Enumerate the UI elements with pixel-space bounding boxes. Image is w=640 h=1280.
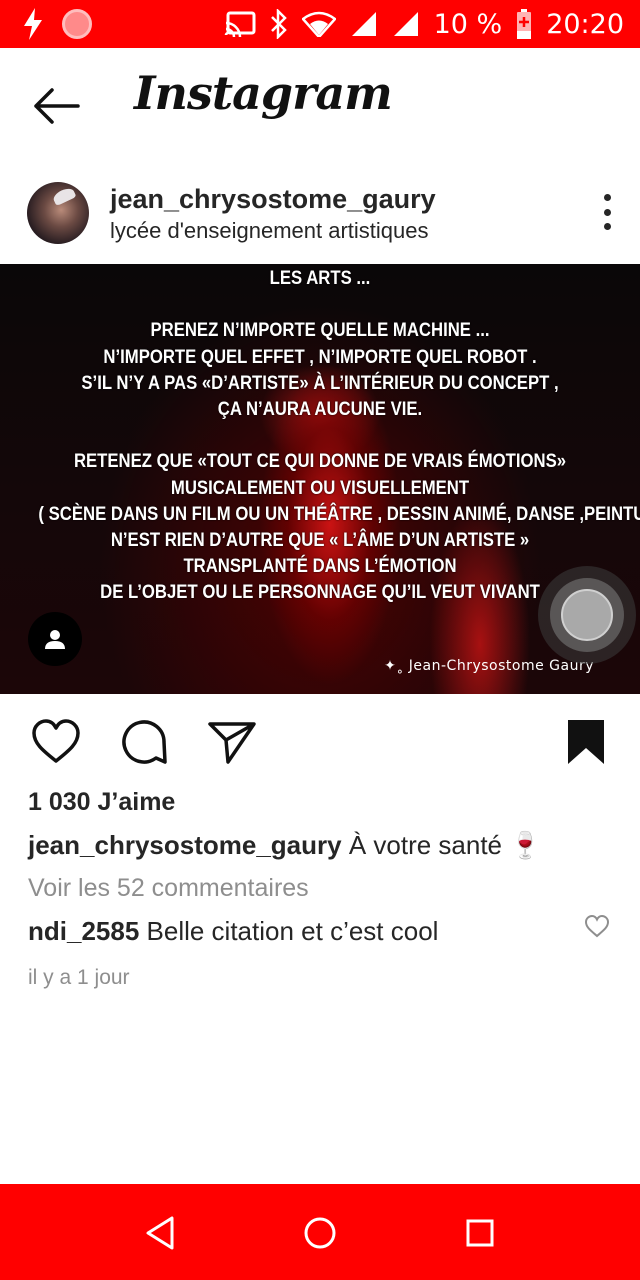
battery-percent: 10 % — [433, 8, 503, 40]
avatar[interactable] — [27, 182, 89, 244]
quote-line: TRANSPLANTÉ DANS L’ÉMOTION — [183, 556, 457, 578]
quote-spacer — [38, 423, 601, 449]
clock: 20:20 — [546, 8, 624, 40]
navigation-bar — [0, 1184, 640, 1280]
quote-line: ÇA N’AURA AUCUNE VIE. — [217, 399, 423, 420]
send-icon[interactable] — [206, 716, 258, 768]
battery-charging-icon — [517, 9, 532, 39]
quote-line: MUSICALEMENT OU VISUELLEMENT — [170, 477, 470, 499]
bookmark-icon[interactable] — [560, 716, 612, 768]
quote-line: RETENEZ QUE «TOUT CE QUI DONNE DE VRAIS … — [73, 451, 567, 473]
wifi-icon — [301, 11, 336, 37]
quote-line: LES ARTS ... — [269, 268, 371, 289]
signal-icon — [351, 12, 376, 36]
back-triangle-icon[interactable] — [140, 1212, 182, 1254]
view-comments-link[interactable]: Voir les 52 commentaires — [28, 874, 309, 903]
more-options-icon[interactable] — [602, 194, 612, 230]
arrow-left-icon[interactable] — [30, 86, 82, 126]
comment-text: Belle citation et c’est cool — [139, 916, 439, 946]
like-count[interactable]: 1 030 J’aime — [28, 788, 175, 817]
quote-line: ( SCÈNE DANS UN FILM OU UN THÉÂTRE , DES… — [38, 503, 640, 525]
signal-icon — [393, 12, 418, 36]
post-caption: jean_chrysostome_gaury À votre santé 🍷 — [28, 830, 542, 861]
heart-icon[interactable] — [30, 716, 82, 768]
assist-ring — [550, 578, 624, 652]
post-image[interactable]: LES ARTS ... PRENEZ N’IMPORTE QUELLE MACH… — [0, 264, 640, 694]
record-icon — [62, 9, 92, 39]
bluetooth-icon — [270, 9, 287, 39]
post-timestamp: il y a 1 jour — [28, 966, 130, 989]
flash-icon — [24, 8, 42, 40]
tagged-users-button[interactable] — [28, 612, 82, 666]
quote-line: N’EST RIEN D’AUTRE QUE « L’ÂME D’UN ARTI… — [110, 530, 530, 551]
caption-username[interactable]: jean_chrysostome_gaury — [28, 830, 342, 860]
quote-line: DE L’OBJET OU LE PERSONNAGE QU’IL VEUT V… — [100, 582, 540, 604]
caption-text: À votre santé 🍷 — [341, 830, 542, 860]
comment-icon[interactable] — [118, 716, 170, 768]
quote-line: S’IL N’Y A PAS «D’ARTISTE» À L’INTÉRIEUR… — [81, 372, 559, 394]
comment-heart-icon[interactable] — [584, 914, 610, 938]
post-header: jean_chrysostome_gaury lycée d'enseignem… — [0, 170, 640, 262]
quote-line: PRENEZ N’IMPORTE QUELLE MACHINE ... — [150, 320, 490, 342]
post-username[interactable]: jean_chrysostome_gaury — [110, 184, 436, 215]
cast-icon — [224, 11, 256, 37]
comment-username[interactable]: ndi_2585 — [28, 916, 139, 946]
comment-item: ndi_2585 Belle citation et c’est cool — [28, 916, 438, 947]
app-header: Instagram — [0, 48, 640, 168]
person-icon — [45, 630, 65, 649]
quote-text: LES ARTS ... PRENEZ N’IMPORTE QUELLE MACH… — [38, 266, 640, 607]
floating-assist-button[interactable] — [538, 566, 636, 664]
app-title: Instagram — [134, 66, 393, 120]
assist-core — [561, 589, 613, 641]
quote-line: N’IMPORTE QUEL EFFET , N’IMPORTE QUEL RO… — [103, 346, 537, 368]
status-bar: 10 % 20:20 — [0, 0, 640, 48]
quote-spacer — [38, 292, 601, 318]
post-actions — [0, 712, 640, 772]
recents-square-icon[interactable] — [459, 1212, 501, 1254]
home-circle-icon[interactable] — [299, 1212, 341, 1254]
image-signature: ✦˳ Jean-Chrysostome Gaury — [384, 658, 594, 674]
post-location[interactable]: lycée d'enseignement artistiques — [110, 218, 429, 244]
